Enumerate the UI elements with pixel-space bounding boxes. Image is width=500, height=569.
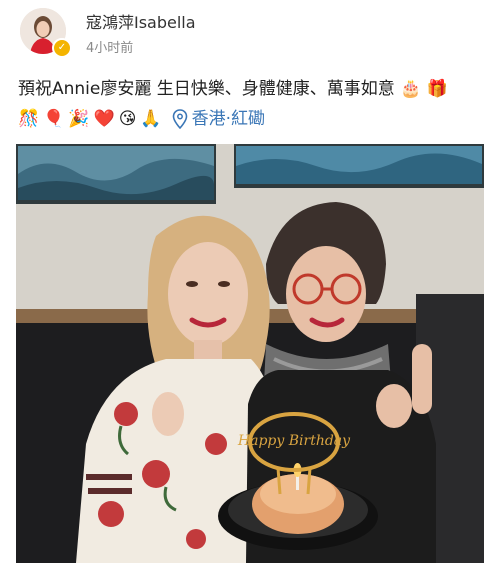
post-message: 預祝Annie廖安麗 生日快樂、身體健康、萬事如意 [18,79,395,99]
verified-check-icon: ✓ [52,38,72,58]
location-pin-icon[interactable] [172,109,188,129]
post-text: 預祝Annie廖安麗 生日快樂、身體健康、萬事如意 🎂 🎁 🎊 🎈 🎉 ❤️ 😘… [18,74,488,134]
balloon-emoji: 🎈 [43,109,65,129]
birthday-cake-emoji: 🎂 [400,79,422,99]
post-photo[interactable]: Happy Birthday [16,144,484,563]
kiss-face-emoji: 😘 [118,109,137,129]
birthday-photo-illustration: Happy Birthday [16,144,484,563]
party-popper-ball-emoji: 🎊 [18,109,40,129]
author-name[interactable]: 寇鴻萍Isabella [86,9,196,33]
red-heart-emoji: ❤️ [93,109,115,129]
post-text-line-1: 預祝Annie廖安麗 生日快樂、身體健康、萬事如意 🎂 🎁 [18,74,488,104]
party-popper-emoji: 🎉 [68,109,90,129]
post-timestamp: 4小时前 [86,41,134,56]
location-link[interactable]: 香港·紅磡 [192,104,265,134]
post-text-line-2: 🎊 🎈 🎉 ❤️ 😘 🙏 香港·紅磡 [18,104,488,134]
post-header: ✓ 寇鴻萍Isabella 4小时前 [0,0,500,64]
gift-emoji: 🎁 [426,79,448,99]
cake-topper-text: Happy Birthday [237,433,351,449]
folded-hands-emoji: 🙏 [140,109,162,129]
